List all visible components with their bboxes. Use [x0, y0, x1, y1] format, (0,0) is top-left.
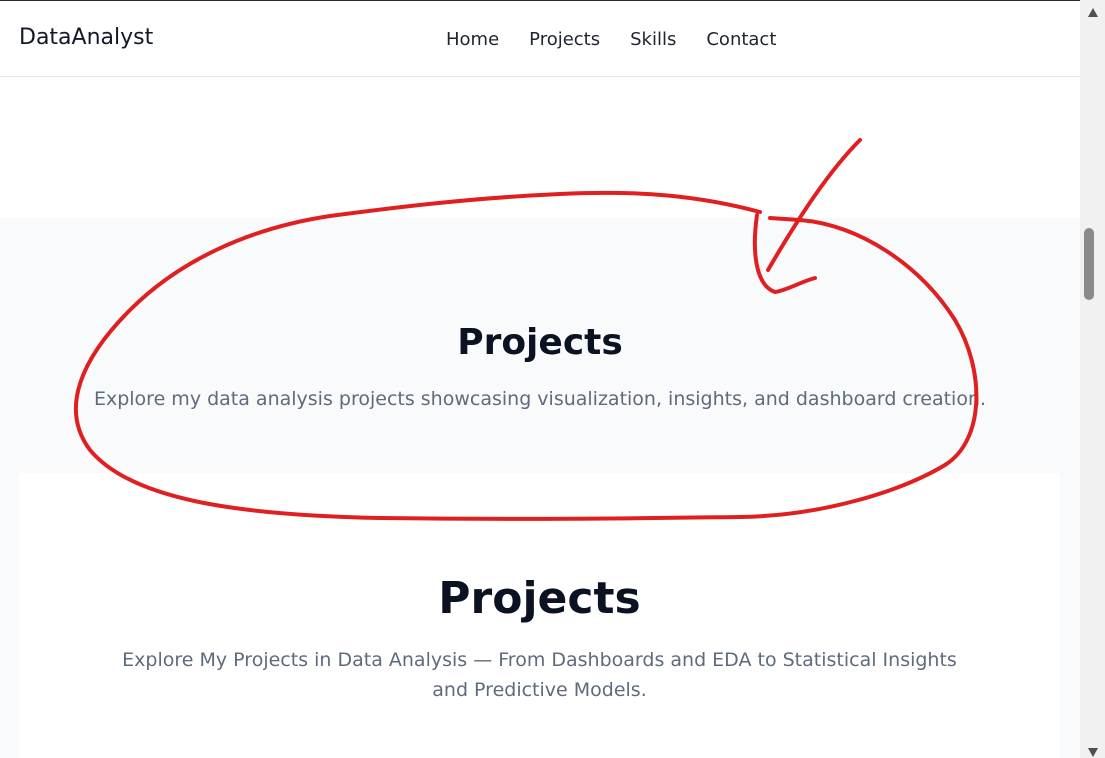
hero-bottom-space — [0, 78, 1080, 218]
nav-link-home[interactable]: Home — [446, 29, 499, 50]
projects-card-subtitle: Explore My Projects in Data Analysis — F… — [122, 649, 957, 701]
projects-section-subtitle: Explore my data analysis projects showca… — [93, 388, 987, 410]
browser-viewport: DataAnalyst Home Projects Skills Contact… — [0, 0, 1105, 758]
navbar: DataAnalyst Home Projects Skills Contact — [0, 1, 1080, 77]
scroll-up-arrow-icon[interactable] — [1088, 8, 1098, 17]
nav-link-skills[interactable]: Skills — [630, 29, 676, 50]
scroll-down-arrow-icon[interactable] — [1088, 748, 1098, 757]
projects-section: Projects Explore my data analysis projec… — [0, 218, 1080, 758]
projects-section-title: Projects — [457, 322, 623, 363]
brand-logo[interactable]: DataAnalyst — [19, 25, 153, 50]
nav-link-projects[interactable]: Projects — [529, 29, 600, 50]
scrollbar-thumb[interactable] — [1084, 228, 1094, 300]
projects-card-title: Projects — [438, 573, 641, 624]
projects-card: Projects Explore My Projects in Data Ana… — [19, 473, 1060, 758]
nav-links: Home Projects Skills Contact — [446, 29, 806, 50]
vertical-scrollbar[interactable] — [1080, 0, 1105, 758]
nav-link-contact[interactable]: Contact — [706, 29, 776, 50]
